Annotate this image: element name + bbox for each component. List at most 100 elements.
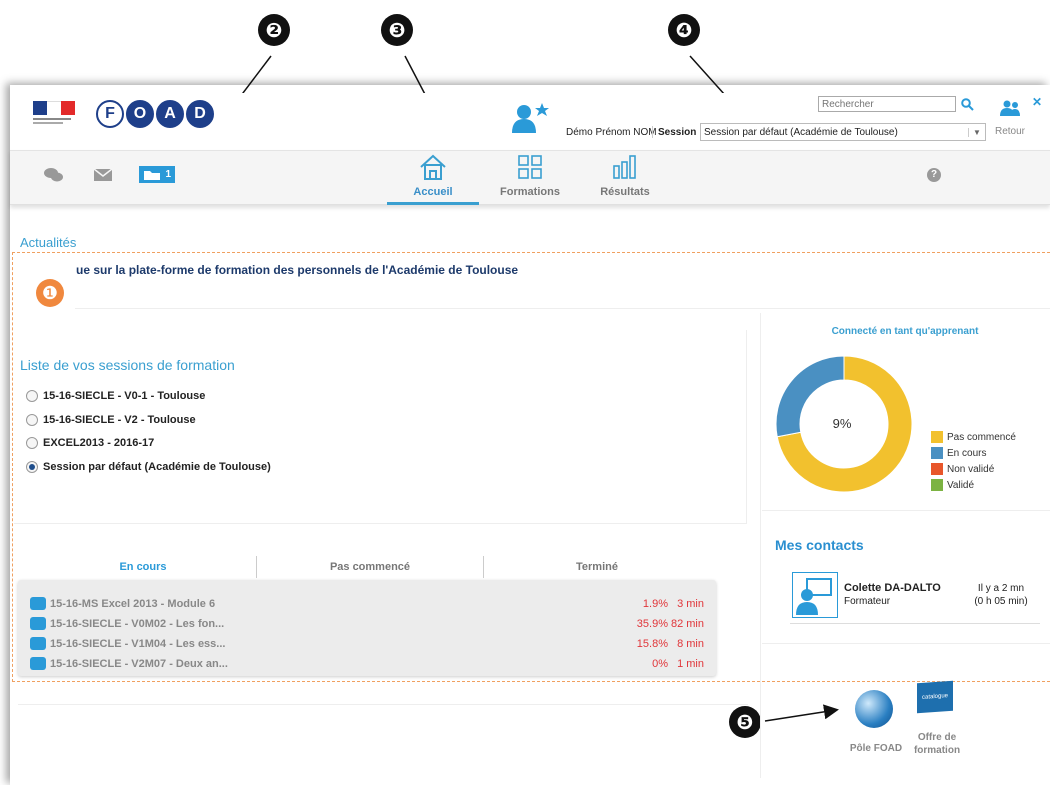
catalogue-icon[interactable]: catalogue — [917, 680, 953, 714]
radio-button[interactable] — [26, 414, 38, 426]
course-progress: 15.8% — [636, 637, 668, 650]
tab-formations[interactable]: Formations — [490, 151, 570, 204]
folder-button[interactable]: 1 — [139, 166, 175, 183]
legend-swatch — [931, 431, 943, 443]
highlight-frame-left — [12, 252, 13, 682]
course-row[interactable]: 15-16-SIECLE - V1M04 - Les ess... 15.8% 8 … — [30, 634, 704, 653]
user-name[interactable]: Démo Prénom NOM — [566, 127, 657, 138]
session-label: Session : — [658, 127, 703, 138]
folder-icon — [30, 657, 46, 670]
divider — [75, 308, 1050, 309]
session-option[interactable]: Session par défaut (Académie de Toulouse… — [26, 461, 271, 473]
folder-open-icon — [144, 170, 160, 180]
mail-icon[interactable] — [93, 168, 113, 182]
course-time: 8 min — [677, 637, 704, 650]
foad-letter: O — [126, 100, 154, 128]
link-line: Offre de — [917, 732, 957, 743]
foad-letter: F — [96, 100, 124, 128]
divider — [762, 643, 1050, 644]
search-icon[interactable] — [961, 98, 974, 111]
tab-label: Formations — [500, 186, 560, 198]
course-row[interactable]: 15-16-MS Excel 2013 - Module 6 1.9% 3 min — [30, 594, 704, 613]
contact-name[interactable]: Colette DA-DALTO — [844, 582, 941, 594]
radio-button[interactable] — [26, 390, 38, 402]
session-option[interactable]: 15-16-SIECLE - V0-1 - Toulouse — [26, 390, 205, 402]
course-row[interactable]: 15-16-SIECLE - V0M02 - Les fon... 35.9% 82… — [30, 614, 704, 633]
divider — [18, 704, 748, 705]
course-row[interactable]: 15-16-SIECLE - V2M07 - Deux an... 0% 1 min — [30, 654, 704, 673]
home-icon — [420, 154, 446, 180]
nav-bar: 1 Accueil Formations Résultats ? — [10, 150, 1050, 205]
pole-foad-link[interactable]: Pôle FOAD — [838, 743, 914, 754]
session-label: EXCEL2013 - 2016-17 — [43, 437, 155, 449]
course-progress: 35.9% — [636, 617, 668, 630]
tab-resultats[interactable]: Résultats — [588, 151, 662, 204]
folder-icon — [30, 597, 46, 610]
legend-swatch — [931, 447, 943, 459]
globe-icon[interactable] — [855, 690, 893, 728]
session-option[interactable]: EXCEL2013 - 2016-17 — [26, 437, 154, 449]
news-text: ue sur la plate-forme de formation des p… — [76, 263, 519, 277]
tab-en-cours[interactable]: En cours — [30, 556, 257, 578]
tab-label: Accueil — [413, 186, 453, 198]
session-label: 15-16-SIECLE - V0-1 - Toulouse — [43, 390, 206, 402]
user-star-icon[interactable] — [510, 101, 552, 135]
course-time: 1 min — [677, 657, 704, 670]
session-select-value: Session par défaut (Académie de Toulouse… — [704, 126, 898, 138]
callout-marker-1: ❶ — [36, 279, 64, 307]
help-icon[interactable]: ? — [927, 168, 941, 182]
contacts-title: Mes contacts — [775, 537, 864, 553]
folder-icon — [30, 617, 46, 630]
contact-last-seen: Il y a 2 mn — [977, 583, 1025, 594]
contact-duration: (0 h 05 min) — [974, 596, 1028, 607]
chevron-down-icon: ▼ — [968, 127, 985, 137]
course-name: 15-16-SIECLE - V1M04 - Les ess... — [50, 637, 226, 650]
legend-swatch — [931, 479, 943, 491]
tab-termine[interactable]: Terminé — [484, 556, 710, 578]
divider — [652, 126, 653, 138]
course-tabs: En cours Pas commencé Terminé — [30, 556, 710, 578]
tab-label: Résultats — [600, 186, 650, 198]
catalogue-text: catalogue — [921, 693, 949, 701]
course-time: 82 min — [670, 617, 704, 630]
legend-label: Non validé — [947, 463, 995, 475]
link-line: formation — [913, 745, 961, 756]
course-name: 15-16-MS Excel 2013 - Module 6 — [50, 597, 216, 610]
search-input[interactable] — [818, 96, 956, 112]
divider — [790, 623, 1040, 624]
offre-formation-link[interactable]: Offre de formation — [907, 731, 967, 757]
legend-item: Non validé — [931, 461, 1016, 477]
course-name: 15-16-SIECLE - V0M02 - Les fon... — [50, 617, 225, 630]
radio-button[interactable] — [26, 461, 38, 473]
folder-badge: 1 — [165, 169, 171, 180]
republique-logo — [33, 101, 75, 131]
chart-legend: Pas commencé En cours Non validé Validé — [931, 429, 1016, 493]
tab-accueil[interactable]: Accueil — [387, 151, 479, 205]
trainer-icon — [796, 578, 832, 615]
progress-title: Connecté en tant qu'apprenant — [831, 326, 979, 337]
radio-button[interactable] — [26, 437, 38, 449]
legend-item: Validé — [931, 477, 1016, 493]
course-time: 3 min — [677, 597, 704, 610]
tab-pas-commence[interactable]: Pas commencé — [257, 556, 484, 578]
foad-logo: F O A D — [96, 100, 214, 128]
chat-icon[interactable] — [43, 166, 65, 184]
users-close-icon[interactable] — [1000, 99, 1024, 117]
course-progress: 0% — [652, 657, 668, 670]
foad-letter: A — [156, 100, 184, 128]
legend-label: Pas commencé — [947, 431, 1016, 443]
donut-center-label: 9% — [832, 416, 852, 431]
session-select[interactable]: Session par défaut (Académie de Toulouse… — [700, 123, 986, 141]
course-progress: 1.9% — [642, 597, 668, 610]
bar-chart-icon — [613, 155, 636, 179]
back-link[interactable]: Retour — [995, 126, 1025, 137]
session-option[interactable]: 15-16-SIECLE - V2 - Toulouse — [26, 414, 196, 426]
legend-label: En cours — [947, 447, 987, 459]
session-label: Session par défaut (Académie de Toulouse… — [43, 461, 271, 473]
close-icon[interactable]: ✕ — [1032, 95, 1042, 109]
legend-item: En cours — [931, 445, 1016, 461]
header-bar: F O A D Démo Prénom NOM Session : Sessio… — [10, 93, 1050, 150]
contact-role: Formateur — [844, 596, 891, 607]
contact-avatar[interactable] — [792, 572, 838, 618]
legend-item: Pas commencé — [931, 429, 1016, 445]
